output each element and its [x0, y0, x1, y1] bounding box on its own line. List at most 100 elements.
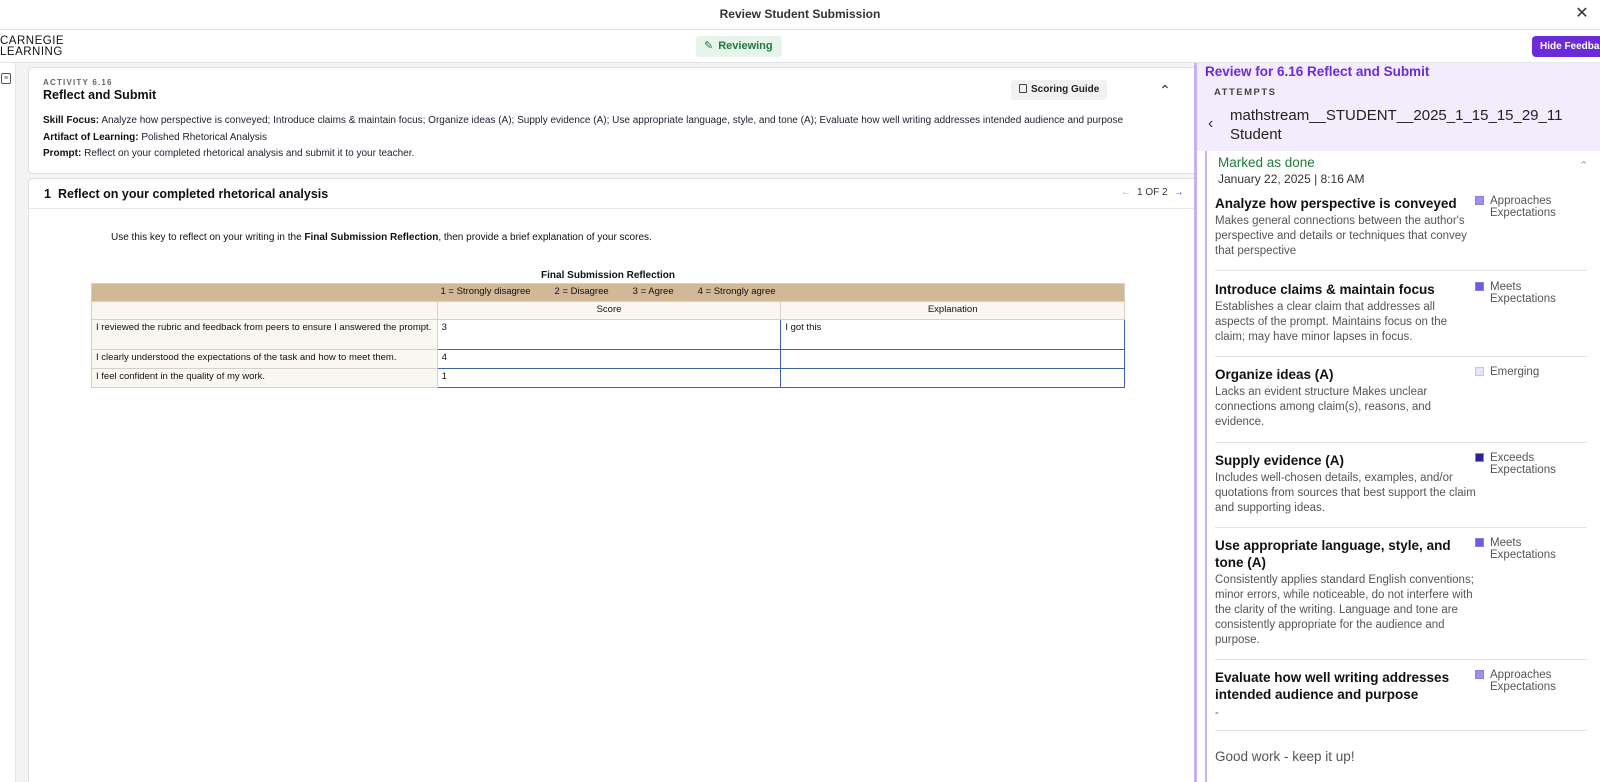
- explanation-cell[interactable]: I got this: [780, 319, 1125, 350]
- score-cell[interactable]: 3: [436, 319, 782, 350]
- window-title: Review Student Submission: [719, 7, 881, 21]
- criterion-level-label: Exceeds Expectations: [1490, 452, 1556, 476]
- review-title: Review for 6.16 Reflect and Submit: [1205, 64, 1430, 79]
- feedback-section: Marked as done January 22, 2025 | 8:16 A…: [1205, 151, 1597, 782]
- arrow-right-icon[interactable]: →: [1174, 187, 1184, 198]
- reviewing-label: Reviewing: [718, 40, 773, 52]
- level-swatch: [1475, 196, 1484, 205]
- level-swatch: [1475, 282, 1484, 291]
- scoring-guide-icon: [1019, 84, 1027, 93]
- criterion-name: Supply evidence (A): [1215, 453, 1345, 468]
- review-panel-header: Review for 6.16 Reflect and Submit ATTEM…: [1197, 63, 1600, 151]
- instruction-pre: Use this key to reflect on your writing …: [111, 232, 305, 243]
- explanation-cell[interactable]: [780, 368, 1125, 388]
- artifact-of-learning: Artifact of Learning: Polished Rhetorica…: [43, 132, 267, 143]
- criterion-level: Meets Expectations: [1475, 281, 1587, 305]
- explanation-cell[interactable]: [780, 349, 1125, 369]
- window-titlebar: Review Student Submission ✕: [0, 0, 1600, 30]
- header-row: Score Explanation: [91, 301, 1125, 320]
- key-2: 2 = Disagree: [554, 286, 609, 297]
- carnegie-learning-logo: CARNEGIE LEARNING: [0, 35, 64, 58]
- hide-feedback-button[interactable]: Hide Feedback: [1532, 36, 1600, 57]
- attempts-label: ATTEMPTS: [1214, 87, 1277, 98]
- left-rail: ≡: [0, 63, 16, 782]
- criterion-level: Approaches Expectations: [1475, 669, 1587, 693]
- question-card: 1 Reflect on your completed rhetorical a…: [28, 178, 1202, 782]
- criterion-level: Meets Expectations: [1475, 537, 1587, 561]
- level-swatch: [1475, 670, 1484, 679]
- criterion-level-label: Emerging: [1490, 366, 1540, 378]
- chevron-up-icon[interactable]: ⌃: [1579, 159, 1588, 172]
- level-swatch: [1475, 453, 1484, 462]
- artifact-text: Polished Rhetorical Analysis: [141, 132, 267, 143]
- criterion-name: Analyze how perspective is conveyed: [1215, 196, 1457, 211]
- criterion-item: Evaluate how well writing addresses inte…: [1215, 669, 1587, 731]
- main-content: ACTIVITY 6.16 Reflect and Submit Scoring…: [16, 63, 1202, 782]
- artifact-label: Artifact of Learning:: [43, 132, 139, 143]
- student-name: mathstream__STUDENT__2025_1_15_15_29_11 …: [1230, 107, 1563, 143]
- criterion-description: Includes well-chosen details, examples, …: [1215, 472, 1476, 514]
- scoring-guide-label: Scoring Guide: [1031, 84, 1100, 95]
- review-panel: Review for 6.16 Reflect and Submit ATTEM…: [1194, 63, 1600, 782]
- activity-label: ACTIVITY 6.16: [43, 78, 113, 87]
- marked-date: January 22, 2025 | 8:16 AM: [1218, 172, 1365, 186]
- scale-key: 1 = Strongly disagree 2 = Disagree 3 = Agr…: [91, 283, 1125, 302]
- criterion-level-label: Meets Expectations: [1490, 281, 1556, 305]
- overall-comment: Good work - keep it up!: [1215, 749, 1355, 764]
- instruction-post: , then provide a brief explanation of yo…: [438, 232, 652, 243]
- criterion-description: -: [1215, 707, 1219, 719]
- question-number: 1: [44, 187, 51, 201]
- criterion-item: Analyze how perspective is conveyed Make…: [1215, 195, 1587, 271]
- criterion-description: Establishes a clear claim that addresses…: [1215, 301, 1448, 343]
- reviewing-status-badge: ✎ Reviewing: [696, 36, 782, 57]
- pager-text: 1 OF 2: [1137, 187, 1168, 198]
- close-icon[interactable]: ✕: [1572, 4, 1592, 24]
- criterion-description: Lacks an evident structure Makes unclear…: [1215, 386, 1432, 428]
- criterion-name: Introduce claims & maintain focus: [1215, 282, 1435, 297]
- criterion-level: Emerging: [1475, 366, 1587, 378]
- criterion-item: Use appropriate language, style, and ton…: [1215, 537, 1587, 660]
- question-title: Reflect on your completed rhetorical ana…: [58, 187, 329, 201]
- key-3: 3 = Agree: [632, 286, 674, 297]
- score-cell[interactable]: 4: [436, 349, 782, 369]
- activity-card: ACTIVITY 6.16 Reflect and Submit Scoring…: [28, 67, 1202, 174]
- criterion-item: Introduce claims & maintain focus Establ…: [1215, 281, 1587, 357]
- criterion-description: Makes general connections between the au…: [1215, 215, 1467, 257]
- explanation-header: Explanation: [780, 301, 1125, 320]
- criterion-item: Organize ideas (A) Lacks an evident stru…: [1215, 366, 1587, 443]
- table-row: I clearly understood the expectations of…: [91, 349, 1125, 369]
- level-swatch: [1475, 367, 1484, 376]
- criterion-level-label: Meets Expectations: [1490, 537, 1556, 561]
- question-pager: ← 1 OF 2 →: [1121, 187, 1184, 198]
- level-swatch: [1475, 538, 1484, 547]
- criterion-name: Evaluate how well writing addresses inte…: [1215, 670, 1450, 702]
- key-1: 1 = Strongly disagree: [440, 286, 531, 297]
- reflection-table-title: Final Submission Reflection: [541, 270, 675, 281]
- criterion-level-label: Approaches Expectations: [1490, 195, 1556, 219]
- skill-focus-label: Skill Focus:: [43, 115, 100, 126]
- instruction-bold: Final Submission Reflection: [304, 232, 439, 243]
- criterion-level-label: Approaches Expectations: [1490, 669, 1556, 693]
- chevron-left-icon[interactable]: ‹: [1208, 115, 1213, 133]
- instruction-text: Use this key to reflect on your writing …: [111, 232, 652, 243]
- reflection-table: 1 = Strongly disagree 2 = Disagree 3 = Agr…: [91, 283, 1125, 388]
- criterion-level: Exceeds Expectations: [1475, 452, 1587, 476]
- top-toolbar: CARNEGIE LEARNING ✎ Reviewing Hide Feedba…: [0, 30, 1600, 63]
- logo-line-2: LEARNING: [0, 46, 63, 58]
- table-row: I feel confident in the quality of my wo…: [91, 368, 1125, 388]
- criterion-level: Approaches Expectations: [1475, 195, 1587, 219]
- chevron-up-icon[interactable]: ⌃: [1155, 80, 1175, 100]
- score-cell[interactable]: 1: [436, 368, 782, 388]
- key-4: 4 = Strongly agree: [697, 286, 776, 297]
- key-row: 1 = Strongly disagree 2 = Disagree 3 = Agr…: [91, 283, 1125, 302]
- statement-cell: I reviewed the rubric and feedback from …: [91, 319, 438, 350]
- statement-cell: I clearly understood the expectations of…: [91, 349, 438, 369]
- criterion-name: Organize ideas (A): [1215, 367, 1334, 382]
- document-icon[interactable]: ≡: [1, 73, 11, 84]
- criterion-item: Supply evidence (A) Includes well-chosen…: [1215, 452, 1587, 528]
- criterion-description: Consistently applies standard English co…: [1215, 574, 1474, 646]
- empty-header: [91, 301, 438, 320]
- skill-focus-text: Analyze how perspective is conveyed; Int…: [101, 115, 1124, 126]
- arrow-left-icon[interactable]: ←: [1121, 187, 1131, 198]
- scoring-guide-button[interactable]: Scoring Guide: [1011, 80, 1108, 100]
